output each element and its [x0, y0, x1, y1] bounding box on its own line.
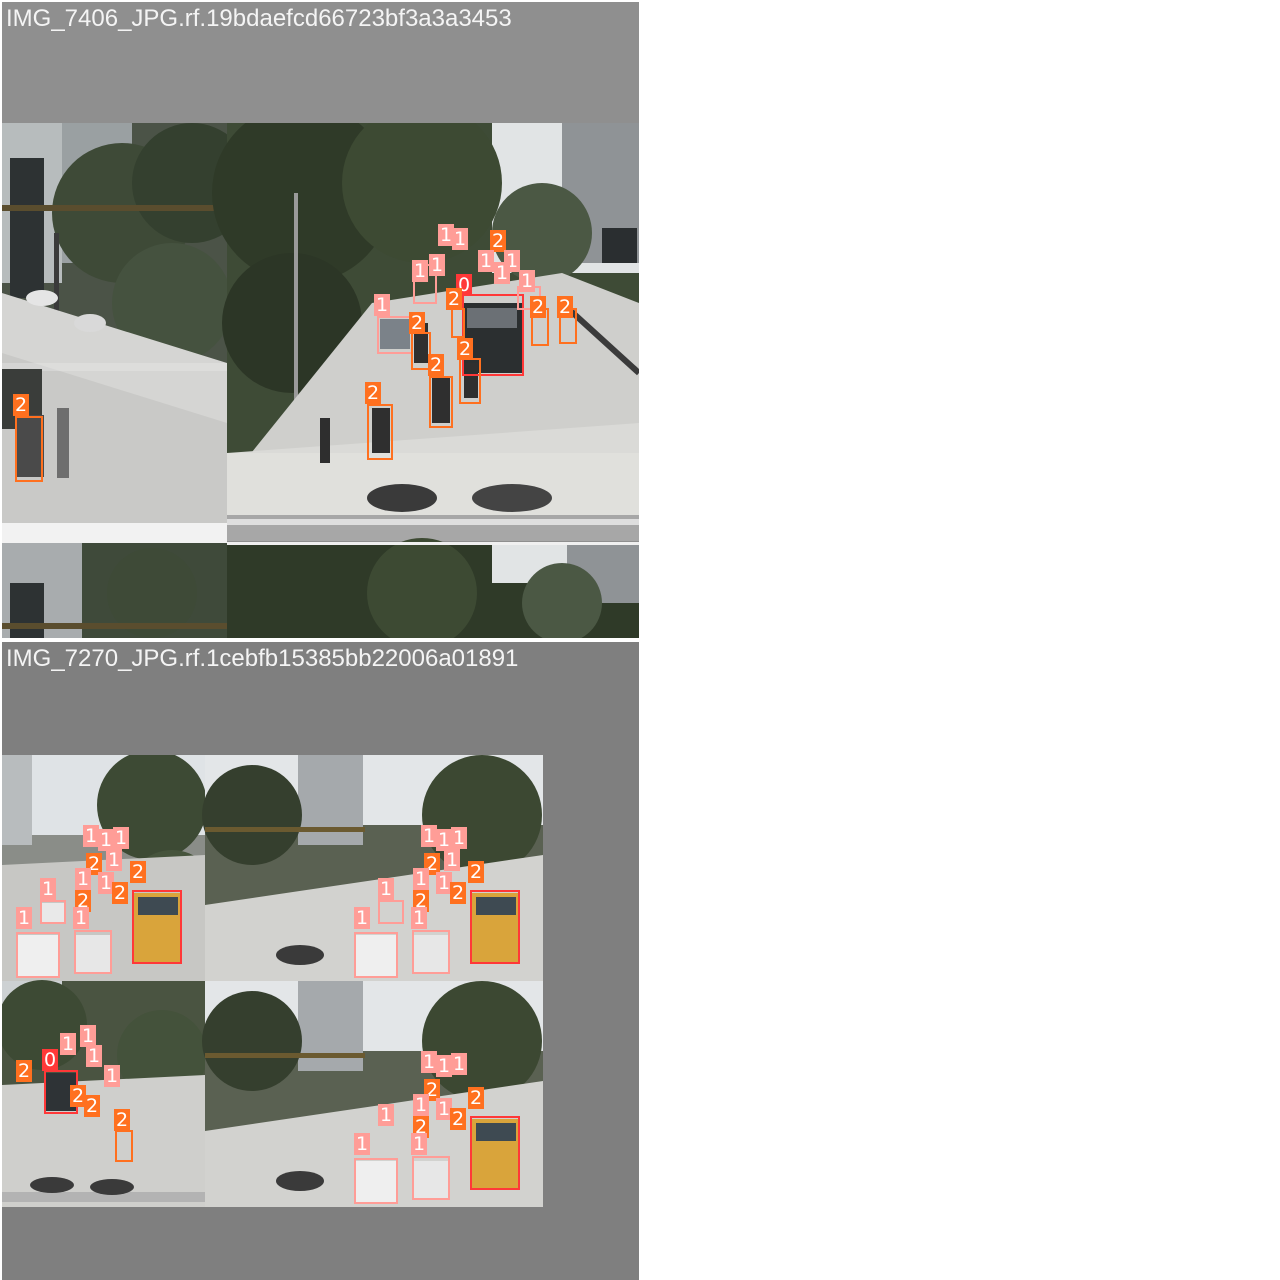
panel-title: IMG_7270_JPG.rf.1cebfb15385bb22006a01891 [6, 645, 519, 672]
mosaic-panel-1: IMG_7406_JPG.rf.19bdaefcd66723bf3a3a3453 [2, 2, 639, 638]
mosaic-image-2: 1 1 1 2 1 2 1 1 1 2 2 1 1 1 1 1 2 1 2 1 … [2, 755, 543, 1207]
mosaic-panel-2: IMG_7270_JPG.rf.1cebfb15385bb22006a01891 [2, 642, 639, 1280]
panel-title: IMG_7406_JPG.rf.19bdaefcd66723bf3a3a3453 [6, 5, 512, 32]
mosaic-image-1: 2 1 1 1 1 1 2 1 1 1 1 0 2 2 2 2 2 2 2 [2, 123, 639, 638]
